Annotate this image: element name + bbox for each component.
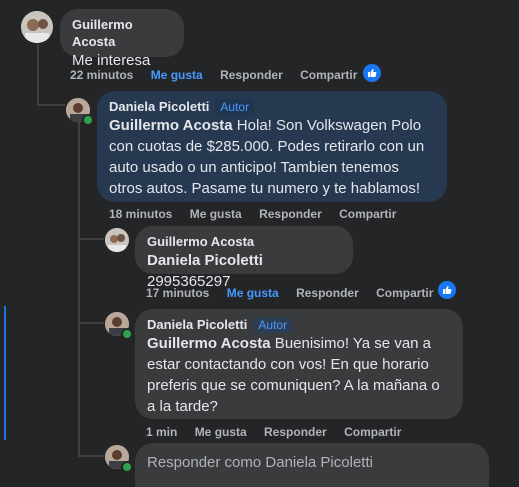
mention-link[interactable]: Guillermo Acosta [147,335,271,352]
comment-actions: 1 min Me gusta Responder Compartir [146,424,415,440]
comment-actions: 22 minutos Me gusta Responder Compartir [70,67,371,83]
reply-button[interactable]: Responder [264,425,327,439]
thread-line-main [37,44,39,106]
comment-text: Guillermo Acosta Hola! Son Volkswagen Po… [109,115,435,199]
avatar[interactable] [21,11,53,43]
comment-actions: 17 minutos Me gusta Responder Compartir [146,285,447,301]
comment-time[interactable]: 17 minutos [146,286,209,300]
comment-time[interactable]: 18 minutos [109,207,172,221]
comment-actions: 18 minutos Me gusta Responder Compartir [109,206,410,222]
thread-line-sub [78,122,80,455]
focus-rail [4,306,6,440]
comment-author[interactable]: Guillermo Acosta [147,233,341,250]
mention-link[interactable]: Guillermo Acosta [109,117,233,134]
like-button[interactable]: Me gusta [195,425,247,439]
online-status-icon [82,114,94,126]
comment-bubble: Daniela Picoletti Autor Guillermo Acosta … [97,91,447,202]
thread-line-sub-branch-2 [78,322,104,324]
online-status-icon [121,461,133,473]
like-button[interactable]: Me gusta [151,68,203,82]
share-button[interactable]: Compartir [339,207,396,221]
comment-bubble: Daniela Picoletti Autor Guillermo Acosta … [135,309,463,419]
thread-line-sub-branch-1 [78,238,104,240]
avatar[interactable] [105,228,129,252]
comment-author[interactable]: Daniela Picoletti [147,317,247,332]
online-status-icon [121,328,133,340]
comment-text: Guillermo Acosta Buenisimo! Ya se van a … [147,333,451,417]
like-button[interactable]: Me gusta [190,207,242,221]
reply-button[interactable]: Responder [296,286,359,300]
comment-author[interactable]: Daniela Picoletti [109,99,209,114]
comment-bubble: Guillermo Acosta Daniela Picoletti 29953… [135,226,353,290]
comment-bubble: Guillermo Acosta Me interesa [60,9,184,69]
thread-line-sub-branch-3 [78,455,104,457]
reply-button[interactable]: Responder [220,68,283,82]
share-button[interactable]: Compartir [300,68,357,82]
author-badge: Autor [253,317,293,333]
reply-button[interactable]: Responder [259,207,322,221]
author-badge: Autor [215,99,255,115]
comment-time[interactable]: 22 minutos [70,68,133,82]
comment-author[interactable]: Guillermo Acosta [72,16,172,50]
thread-line-branch [37,104,65,106]
mention-link[interactable]: Daniela Picoletti [147,252,263,269]
share-button[interactable]: Compartir [376,286,433,300]
like-button[interactable]: Me gusta [227,286,279,300]
thumbs-up-icon[interactable] [361,62,383,84]
reply-input[interactable]: Responder como Daniela Picoletti [135,443,489,487]
comment-time[interactable]: 1 min [146,425,177,439]
thumbs-up-icon[interactable] [436,279,458,301]
share-button[interactable]: Compartir [344,425,401,439]
